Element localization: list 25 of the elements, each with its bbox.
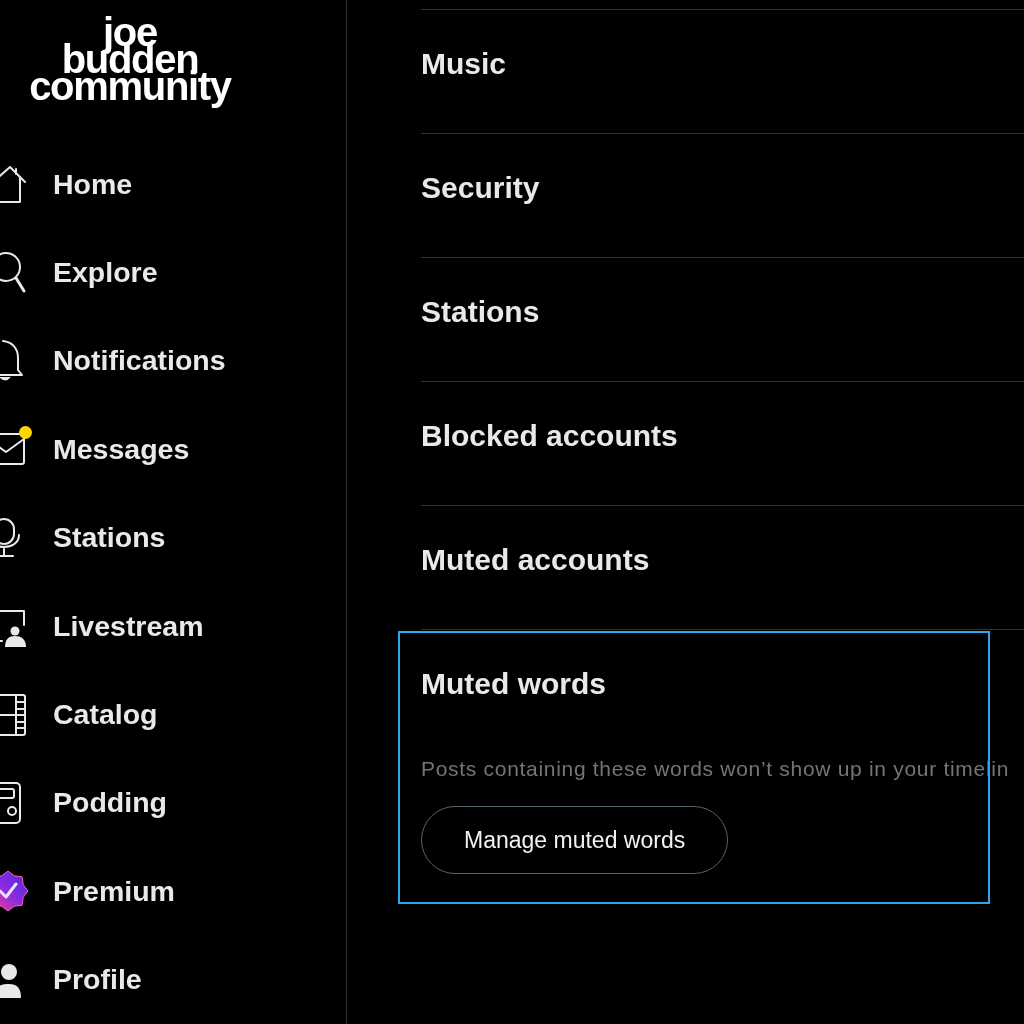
nav-item[interactable]: Livestream — [0, 581, 346, 671]
nav-item[interactable]: Profile — [0, 935, 346, 1024]
settings-title: Security — [421, 172, 540, 204]
settings-item[interactable]: Muted accounts — [400, 509, 988, 629]
nav-item[interactable]: Catalog — [0, 670, 346, 759]
manage-button[interactable]: Manage muted words — [421, 806, 729, 874]
verified-badge-icon — [0, 869, 28, 914]
settings-item[interactable]: Stations — [400, 261, 988, 381]
search-icon — [0, 250, 28, 295]
settings-title: Stations — [421, 296, 540, 328]
settings-title: Blocked accounts — [421, 420, 678, 452]
settings-item[interactable]: Music — [400, 13, 988, 133]
nav-item[interactable]: Premium — [0, 847, 346, 936]
settings-title: Music — [421, 48, 507, 80]
nav-item[interactable]: Stations — [0, 493, 346, 582]
settings-title: Muted words — [421, 668, 606, 700]
nav-item[interactable]: Explore — [0, 228, 346, 317]
settings-title: Muted accounts — [421, 544, 650, 576]
nav-item[interactable]: Notifications — [0, 316, 346, 406]
nav-item[interactable]: Podding — [0, 758, 346, 848]
film-strip-icon — [0, 692, 28, 737]
settings-item[interactable]: Blocked accounts — [400, 385, 988, 505]
nav-item[interactable]: Messages — [0, 405, 346, 494]
nav-item[interactable]: Home — [0, 140, 346, 229]
settings-item[interactable]: Security — [400, 137, 988, 257]
